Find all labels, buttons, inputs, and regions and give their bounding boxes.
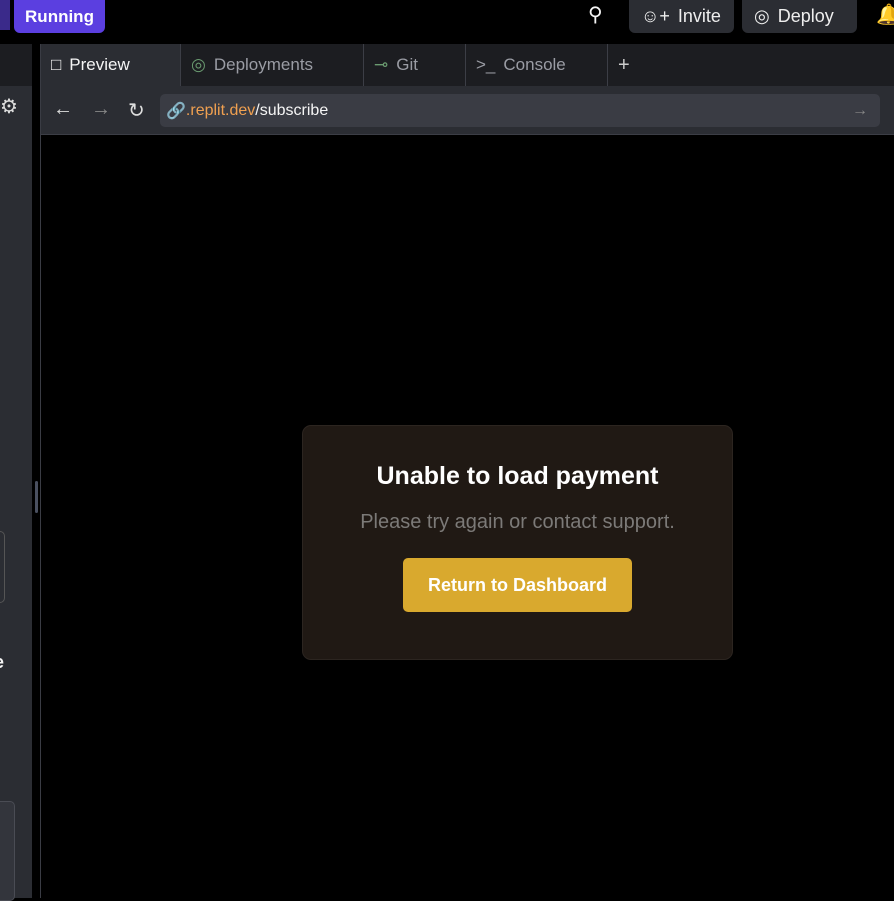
sidebar-panel [0, 801, 15, 901]
deploy-label: Deploy [777, 6, 834, 26]
settings-gear-icon[interactable]: ⚙ [0, 94, 18, 119]
url-domain: .replit.dev [185, 101, 256, 119]
url-input[interactable]: 🔗 .replit.dev /subscribe → [160, 94, 880, 127]
new-tab-button[interactable]: + [608, 44, 640, 86]
tab-console[interactable]: >_ Console [466, 44, 608, 86]
run-status-button[interactable]: Running [14, 0, 105, 33]
bell-icon[interactable]: 🔔 [876, 2, 894, 27]
tab-bar: □ Preview ◎ Deployments ⊸ Git >_ Console + [41, 44, 894, 86]
tab-deployments[interactable]: ◎ Deployments [181, 44, 364, 86]
tab-preview[interactable]: □ Preview [41, 44, 181, 86]
invite-label: Invite [677, 6, 721, 26]
tab-label: Deployments [213, 55, 314, 74]
url-path: /subscribe [255, 101, 329, 119]
sidebar-header [0, 44, 32, 86]
error-card: Unable to load payment Please try again … [302, 425, 733, 660]
browser-toolbar: ← → ↻ 🔗 .replit.dev /subscribe → [41, 86, 894, 135]
sidebar: ⚙ e [0, 44, 32, 901]
tab-git[interactable]: ⊸ Git [364, 44, 466, 86]
search-icon[interactable]: ⚲ [588, 2, 603, 27]
terminal-icon: >_ [476, 55, 496, 74]
return-to-dashboard-button[interactable]: Return to Dashboard [403, 558, 632, 612]
back-arrow-icon[interactable]: ← [53, 98, 73, 121]
preview-pane: □ Preview ◎ Deployments ⊸ Git >_ Console + ←… [40, 44, 894, 898]
tab-label: Console [503, 55, 566, 74]
resize-handle[interactable] [35, 481, 38, 513]
sidebar-card [0, 531, 5, 603]
link-icon: 🔗 [166, 102, 186, 120]
forward-arrow-icon[interactable]: → [91, 98, 111, 121]
plus-icon: + [618, 53, 630, 76]
top-bar: Running ⚲ ☺+ Invite ◎ Deploy 🔔 [0, 0, 894, 44]
sidebar-text-fragment: e [0, 652, 4, 673]
replit-logo-icon[interactable] [0, 0, 10, 30]
globe-upload-icon: ◎ [191, 55, 206, 74]
git-branch-icon: ⊸ [374, 55, 389, 74]
user-plus-icon: ☺+ [641, 6, 670, 26]
invite-button[interactable]: ☺+ Invite [629, 0, 734, 33]
go-arrow-icon[interactable]: → [852, 102, 868, 120]
tab-label: Preview [69, 55, 130, 74]
globe-upload-icon: ◎ [754, 6, 770, 26]
tab-label: Git [396, 55, 418, 74]
monitor-icon: □ [51, 55, 62, 74]
error-message: Please try again or contact support. [360, 511, 675, 533]
error-title: Unable to load payment [376, 462, 659, 490]
deploy-button[interactable]: ◎ Deploy [742, 0, 857, 33]
reload-icon[interactable]: ↻ [128, 98, 145, 123]
